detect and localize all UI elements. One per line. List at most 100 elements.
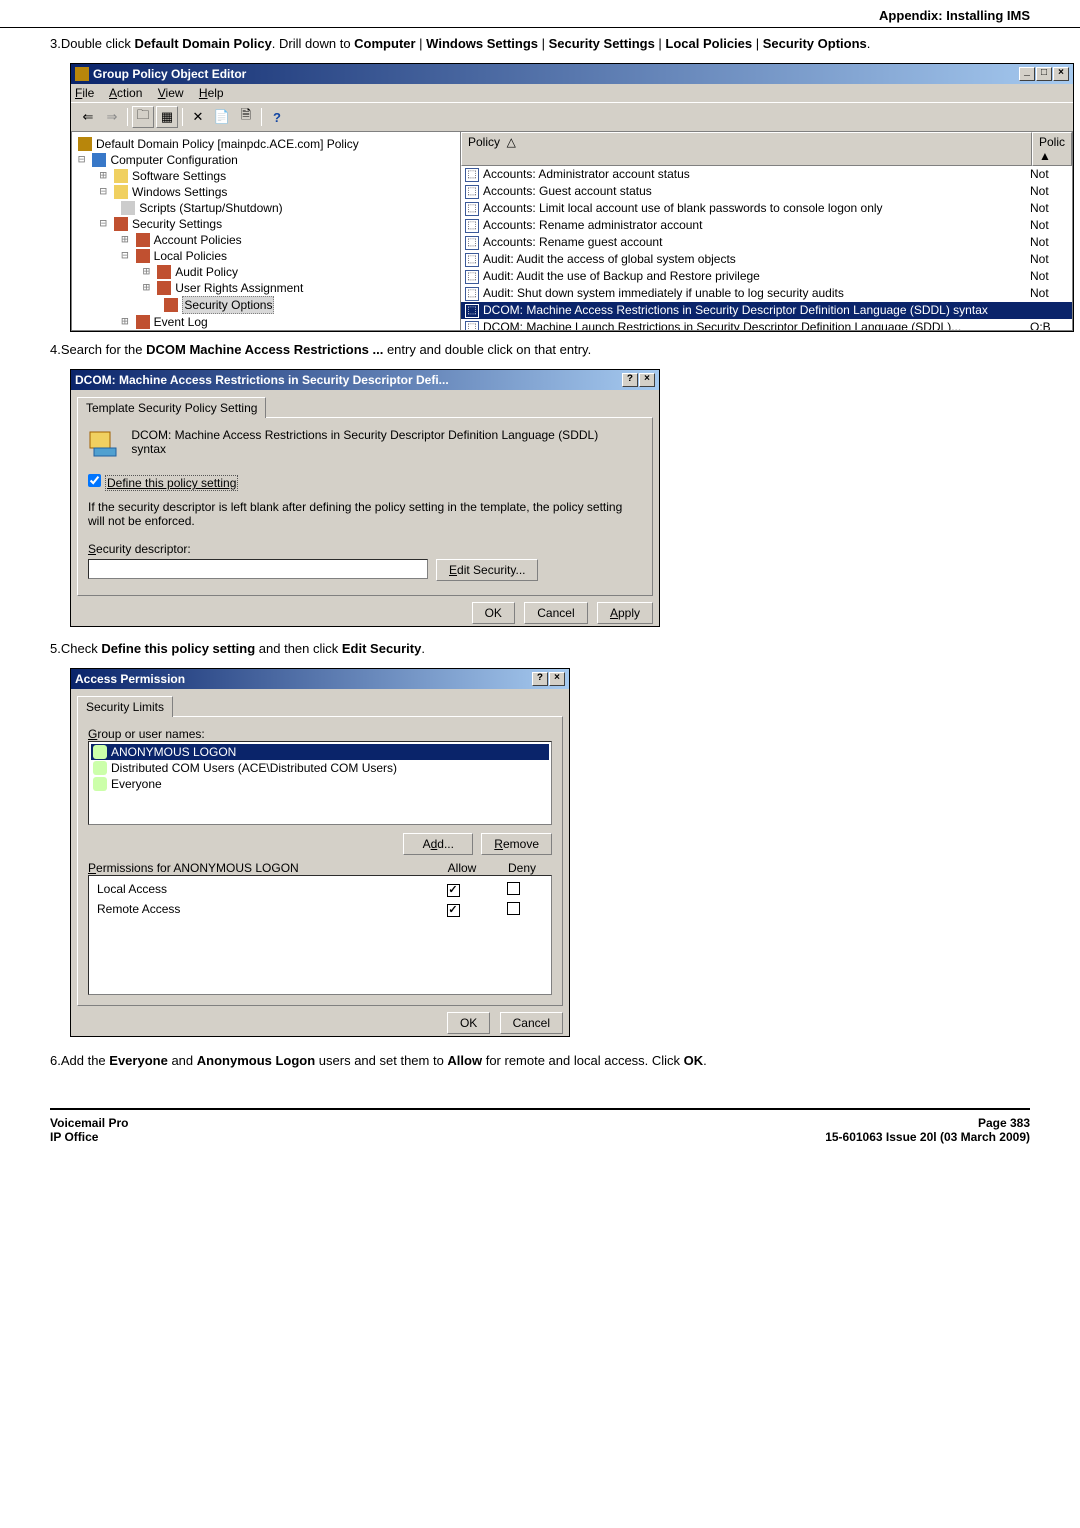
remove-button[interactable]: Remove [481, 833, 552, 855]
minimize-button[interactable]: _ [1019, 67, 1035, 81]
policy-row[interactable]: ⬚Audit: Shut down system immediately if … [461, 285, 1072, 302]
page-footer: Voicemail Pro IP Office Page 383 15-6010… [50, 1108, 1030, 1144]
define-policy-label: Define this policy setting [105, 475, 238, 491]
user-row[interactable]: ANONYMOUS LOGON [91, 744, 549, 760]
user-rights-icon [157, 281, 171, 295]
ok-button[interactable]: OK [472, 602, 515, 624]
security-descriptor-input[interactable] [88, 559, 428, 579]
menu-action[interactable]: Action [109, 86, 142, 100]
toolbar: ⇐ ⇒ 🗀 ▦ ✕ 📄 🗎 ? [71, 102, 1073, 131]
properties-button[interactable]: 📄 [211, 106, 233, 128]
col-policy[interactable]: Policy △ [461, 132, 1032, 166]
policy-row[interactable]: ⬚Audit: Audit the access of global syste… [461, 251, 1072, 268]
dcom-heading: DCOM: Machine Access Restrictions in Sec… [131, 428, 611, 456]
export-button[interactable]: 🗎 [235, 106, 257, 128]
up-button[interactable]: 🗀 [132, 106, 154, 128]
deny-checkbox[interactable] [507, 882, 520, 895]
menu-file[interactable]: File [75, 86, 94, 100]
step-6: 6.Add the Everyone and Anonymous Logon u… [50, 1053, 1030, 1068]
tab-security-limits[interactable]: Security Limits [77, 696, 173, 717]
ok-button[interactable]: OK [447, 1012, 490, 1034]
policy-icon: ⬚ [465, 202, 479, 216]
folder-icon [114, 185, 128, 199]
note-text: If the security descriptor is left blank… [88, 500, 642, 528]
allow-checkbox[interactable]: ✓ [447, 884, 460, 897]
help-button[interactable]: ? [622, 373, 638, 387]
step-3: 3.Double click Default Domain Policy. Dr… [50, 36, 1030, 51]
page-header: Appendix: Installing IMS [0, 0, 1080, 28]
dcom-icon [88, 428, 120, 460]
close-button[interactable]: × [549, 672, 565, 686]
allow-checkbox[interactable]: ✓ [447, 904, 460, 917]
step-5: 5.Check Define this policy setting and t… [50, 641, 1030, 656]
gpe-title: Group Policy Object Editor [93, 67, 1019, 81]
cancel-button[interactable]: Cancel [500, 1012, 563, 1034]
event-log-icon [136, 315, 150, 329]
user-icon [93, 777, 107, 791]
maximize-button[interactable]: □ [1036, 67, 1052, 81]
permissions-for-label: Permissions for ANONYMOUS LOGON [88, 861, 432, 875]
folder-icon [114, 169, 128, 183]
gpe-window: Group Policy Object Editor _ □ × File Ac… [70, 63, 1074, 332]
groups-label: Group or user names: [88, 727, 552, 741]
define-policy-checkbox[interactable] [88, 474, 101, 487]
scripts-icon [121, 201, 135, 215]
policy-list[interactable]: Policy △ Polic ▲ ⬚Accounts: Administrato… [461, 131, 1073, 331]
forward-button[interactable]: ⇒ [101, 106, 123, 128]
policy-row[interactable]: ⬚DCOM: Machine Access Restrictions in Se… [461, 302, 1072, 319]
dcom-dialog: DCOM: Machine Access Restrictions in Sec… [70, 369, 660, 627]
permission-row: Remote Access✓ [97, 900, 543, 920]
delete-button[interactable]: ✕ [187, 106, 209, 128]
allow-header: Allow [432, 861, 492, 875]
show-hide-button[interactable]: ▦ [156, 106, 178, 128]
sd-label: Security descriptor: [88, 542, 642, 556]
policy-icon: ⬚ [465, 236, 479, 250]
menubar: File Action View Help [71, 84, 1073, 102]
policy-root-icon [78, 137, 92, 151]
apply-button[interactable]: Apply [597, 602, 653, 624]
edit-security-button[interactable]: Edit Security... [436, 559, 538, 581]
names-listbox[interactable]: ANONYMOUS LOGONDistributed COM Users (AC… [88, 741, 552, 825]
policy-row[interactable]: ⬚Accounts: Guest account statusNot [461, 183, 1072, 200]
policy-row[interactable]: ⬚Accounts: Limit local account use of bl… [461, 200, 1072, 217]
col-setting[interactable]: Polic ▲ [1032, 132, 1072, 166]
user-row[interactable]: Distributed COM Users (ACE\Distributed C… [91, 760, 549, 776]
deny-checkbox[interactable] [507, 902, 520, 915]
user-row[interactable]: Everyone [91, 776, 549, 792]
permissions-listbox[interactable]: Local Access✓Remote Access✓ [88, 875, 552, 995]
menu-view[interactable]: View [158, 86, 184, 100]
policy-icon: ⬚ [465, 168, 479, 182]
security-options-icon [164, 298, 178, 312]
security-options-node[interactable]: Security Options [76, 296, 456, 314]
tree-pane[interactable]: Default Domain Policy [mainpdc.ACE.com] … [71, 131, 461, 331]
step-4: 4.Search for the DCOM Machine Access Res… [50, 342, 1030, 357]
policy-row[interactable]: ⬚Accounts: Rename guest accountNot [461, 234, 1072, 251]
close-button[interactable]: × [639, 373, 655, 387]
help-button[interactable]: ? [266, 106, 288, 128]
policy-row[interactable]: ⬚DCOM: Machine Launch Restrictions in Se… [461, 319, 1072, 331]
list-header: Policy △ Polic ▲ [461, 132, 1072, 166]
gpe-icon [75, 67, 89, 81]
policy-icon: ⬚ [465, 185, 479, 199]
deny-header: Deny [492, 861, 552, 875]
policy-row[interactable]: ⬚Accounts: Administrator account statusN… [461, 166, 1072, 183]
cancel-button[interactable]: Cancel [524, 602, 587, 624]
audit-policy-icon [157, 265, 171, 279]
policy-icon: ⬚ [465, 270, 479, 284]
dcom-titlebar: DCOM: Machine Access Restrictions in Sec… [71, 370, 659, 390]
tab-template[interactable]: Template Security Policy Setting [77, 397, 266, 418]
local-policies-icon [136, 249, 150, 263]
policy-row[interactable]: ⬚Audit: Audit the use of Backup and Rest… [461, 268, 1072, 285]
menu-help[interactable]: Help [199, 86, 224, 100]
computer-config-icon [92, 153, 106, 167]
gpe-titlebar: Group Policy Object Editor _ □ × [71, 64, 1073, 84]
policy-icon: ⬚ [465, 304, 479, 318]
close-button[interactable]: × [1053, 67, 1069, 81]
access-permission-dialog: Access Permission ? × Security Limits Gr… [70, 668, 570, 1037]
back-button[interactable]: ⇐ [77, 106, 99, 128]
permission-row: Local Access✓ [97, 880, 543, 900]
policy-row[interactable]: ⬚Accounts: Rename administrator accountN… [461, 217, 1072, 234]
add-button[interactable]: Add... [403, 833, 473, 855]
help-button[interactable]: ? [532, 672, 548, 686]
policy-icon: ⬚ [465, 253, 479, 267]
